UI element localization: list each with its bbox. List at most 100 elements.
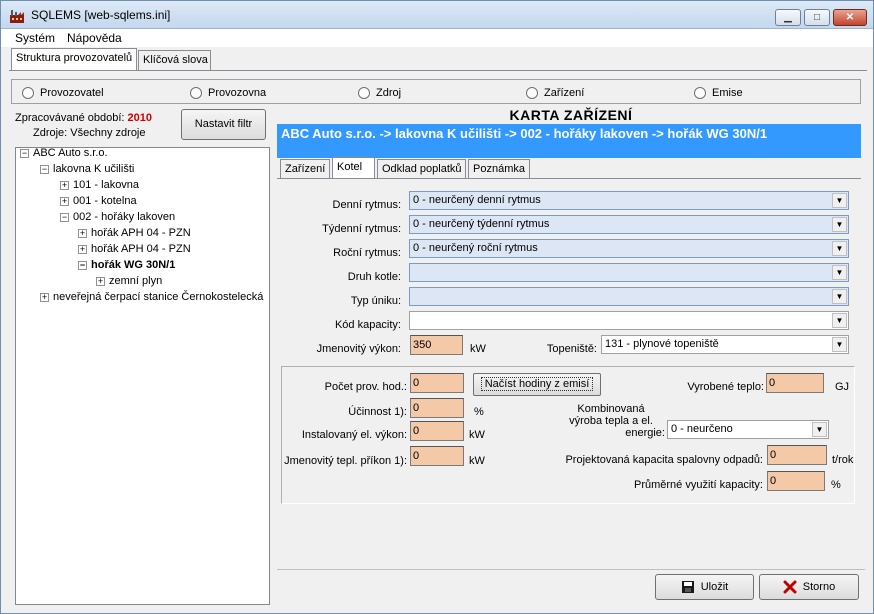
radio-establishment-label: Provozovna bbox=[208, 87, 267, 99]
tree-node-label: hořák APH 04 - PZN bbox=[91, 227, 191, 239]
collapse-icon[interactable]: − bbox=[40, 164, 49, 174]
chevron-down-icon[interactable]: ▼ bbox=[812, 422, 827, 437]
chevron-down-icon[interactable]: ▼ bbox=[832, 193, 847, 208]
cancel-button[interactable]: Storno bbox=[759, 574, 859, 600]
combined-production-value: 0 - neurčeno bbox=[671, 423, 733, 435]
rated-input-input[interactable]: 0 bbox=[410, 446, 464, 466]
radio-source[interactable]: Zdroj bbox=[358, 87, 401, 99]
expand-icon[interactable]: + bbox=[60, 196, 69, 206]
card-tab-divider bbox=[277, 178, 861, 179]
furnace-value: 131 - plynové topeniště bbox=[605, 338, 719, 350]
combined-label-line-2: výroba tepla a el. bbox=[569, 415, 653, 427]
period-info: Zpracovávané období: 2010 bbox=[15, 112, 152, 124]
tree-node-label: 001 - kotelna bbox=[73, 195, 137, 207]
title-bar[interactable]: SQLEMS [web-sqlems.ini] ▁ □ ✕ bbox=[1, 1, 873, 29]
incinerator-capacity-input[interactable]: 0 bbox=[767, 445, 827, 465]
combined-production-select[interactable]: 0 - neurčeno ▼ bbox=[667, 420, 829, 439]
leak-type-select[interactable]: ▼ bbox=[409, 287, 849, 306]
radio-operator-label: Provozovatel bbox=[40, 87, 104, 99]
tab-device[interactable]: Zařízení bbox=[280, 159, 330, 178]
combined-label-line-3: energie: bbox=[625, 427, 665, 439]
operating-hours-input[interactable]: 0 bbox=[410, 373, 464, 393]
radio-establishment[interactable]: Provozovna bbox=[190, 87, 266, 99]
tree-node-source-001[interactable]: +001 - kotelna bbox=[60, 195, 137, 207]
produced-heat-unit: GJ bbox=[835, 381, 850, 393]
expand-icon[interactable]: + bbox=[78, 244, 87, 254]
radio-source-label: Zdroj bbox=[376, 87, 402, 99]
expand-icon[interactable]: + bbox=[78, 228, 87, 238]
tree-node-device-aph-2[interactable]: + hořák APH 04 - PZN bbox=[78, 243, 191, 255]
load-hours-button[interactable]: Načíst hodiny z emisí bbox=[473, 373, 601, 396]
daily-rhythm-select[interactable]: 0 - neurčený denní rytmus ▼ bbox=[409, 191, 849, 210]
yearly-rhythm-select[interactable]: 0 - neurčený roční rytmus ▼ bbox=[409, 239, 849, 258]
card-title: KARTA ZAŘÍZENÍ bbox=[509, 107, 633, 123]
collapse-icon[interactable]: − bbox=[20, 148, 29, 158]
tree-node-company[interactable]: − ABC Auto s.r.o. bbox=[20, 147, 108, 159]
tree-node-fuel[interactable]: + zemní plyn bbox=[96, 275, 162, 287]
expand-icon[interactable]: + bbox=[96, 276, 105, 286]
tree-node-label: lakovna K učilišti bbox=[53, 163, 135, 175]
operator-tree[interactable]: − ABC Auto s.r.o. − lakovna K učilišti +10… bbox=[15, 147, 270, 605]
menu-bar: Systém Nápověda bbox=[1, 29, 873, 47]
tab-operator-structure[interactable]: Struktura provozovatelů bbox=[11, 48, 137, 70]
menu-system[interactable]: Systém bbox=[15, 31, 55, 45]
chevron-down-icon[interactable]: ▼ bbox=[832, 265, 847, 280]
avg-capacity-usage-input[interactable]: 0 bbox=[767, 471, 825, 491]
boiler-type-select[interactable]: ▼ bbox=[409, 263, 849, 282]
chevron-down-icon[interactable]: ▼ bbox=[832, 217, 847, 232]
tree-node-source-101[interactable]: +101 - lakovna bbox=[60, 179, 139, 191]
left-panel: Zpracovávané období: 2010 Zdroje: Všechn… bbox=[11, 109, 271, 605]
expand-icon[interactable]: + bbox=[60, 180, 69, 190]
tab-boiler[interactable]: Kotel bbox=[332, 157, 375, 178]
tree-node-source-002[interactable]: −002 - hořáky lakoven bbox=[60, 211, 175, 223]
yearly-rhythm-value: 0 - neurčený roční rytmus bbox=[413, 242, 538, 254]
period-value: 2010 bbox=[127, 112, 153, 124]
radio-device-label: Zařízení bbox=[544, 87, 585, 99]
combined-production-label: Kombinovaná výroba tepla a el. energie: bbox=[557, 403, 665, 439]
tree-node-establishment-2[interactable]: + neveřejná čerpací stanice Černokostelec… bbox=[40, 291, 263, 303]
set-filter-button[interactable]: Nastavit filtr bbox=[181, 109, 266, 140]
save-button[interactable]: Uložit bbox=[655, 574, 754, 600]
radio-emissions[interactable]: Emise bbox=[694, 87, 743, 99]
tree-node-device-selected[interactable]: − hořák WG 30N/1 bbox=[78, 259, 175, 271]
chevron-down-icon[interactable]: ▼ bbox=[832, 313, 847, 328]
leak-type-label: Typ úniku: bbox=[350, 295, 401, 307]
operating-hours-label: Počet prov. hod.: bbox=[324, 381, 407, 393]
efficiency-input[interactable]: 0 bbox=[410, 398, 464, 418]
tree-node-label: zemní plyn bbox=[109, 275, 163, 287]
tree-node-label: neveřejná čerpací stanice Černokosteleck… bbox=[53, 291, 264, 303]
furnace-select[interactable]: 131 - plynové topeniště ▼ bbox=[601, 335, 849, 354]
minimize-button[interactable]: ▁ bbox=[775, 9, 801, 26]
chevron-down-icon[interactable]: ▼ bbox=[832, 241, 847, 256]
installed-power-input[interactable]: 0 bbox=[410, 421, 464, 441]
radio-device[interactable]: Zařízení bbox=[526, 87, 584, 99]
tree-node-device-aph-1[interactable]: + hořák APH 04 - PZN bbox=[78, 227, 191, 239]
tab-keywords[interactable]: Klíčová slova bbox=[138, 50, 211, 70]
maximize-button[interactable]: □ bbox=[804, 9, 830, 26]
chevron-down-icon[interactable]: ▼ bbox=[832, 289, 847, 304]
menu-help[interactable]: Nápověda bbox=[67, 31, 122, 45]
close-button[interactable]: ✕ bbox=[833, 9, 867, 26]
collapse-icon[interactable]: − bbox=[60, 212, 69, 222]
tab-note[interactable]: Poznámka bbox=[468, 159, 530, 178]
footer-divider bbox=[277, 569, 865, 570]
device-card: KARTA ZAŘÍZENÍ ABC Auto s.r.o. -> lakovn… bbox=[277, 107, 865, 605]
tab-fee-deferral[interactable]: Odklad poplatků bbox=[377, 159, 466, 178]
tree-node-label: hořák APH 04 - PZN bbox=[91, 243, 191, 255]
tree-node-label: ABC Auto s.r.o. bbox=[33, 147, 108, 159]
tree-node-label: hořák WG 30N/1 bbox=[91, 259, 176, 271]
weekly-rhythm-select[interactable]: 0 - neurčený týdenní rytmus ▼ bbox=[409, 215, 849, 234]
rated-output-input[interactable]: 350 bbox=[410, 335, 463, 355]
capacity-code-label: Kód kapacity: bbox=[334, 319, 401, 331]
weekly-rhythm-label: Týdenní rytmus: bbox=[322, 223, 401, 235]
factory-icon bbox=[10, 10, 24, 23]
radio-operator[interactable]: Provozovatel bbox=[22, 87, 104, 99]
tree-node-establishment[interactable]: − lakovna K učilišti bbox=[40, 163, 134, 175]
collapse-icon[interactable]: − bbox=[78, 260, 87, 270]
capacity-code-select[interactable]: ▼ bbox=[409, 311, 849, 330]
tab-divider bbox=[9, 70, 867, 71]
chevron-down-icon[interactable]: ▼ bbox=[832, 337, 847, 352]
avg-capacity-usage-unit: % bbox=[831, 479, 841, 491]
produced-heat-input[interactable]: 0 bbox=[766, 373, 824, 393]
expand-icon[interactable]: + bbox=[40, 292, 49, 302]
